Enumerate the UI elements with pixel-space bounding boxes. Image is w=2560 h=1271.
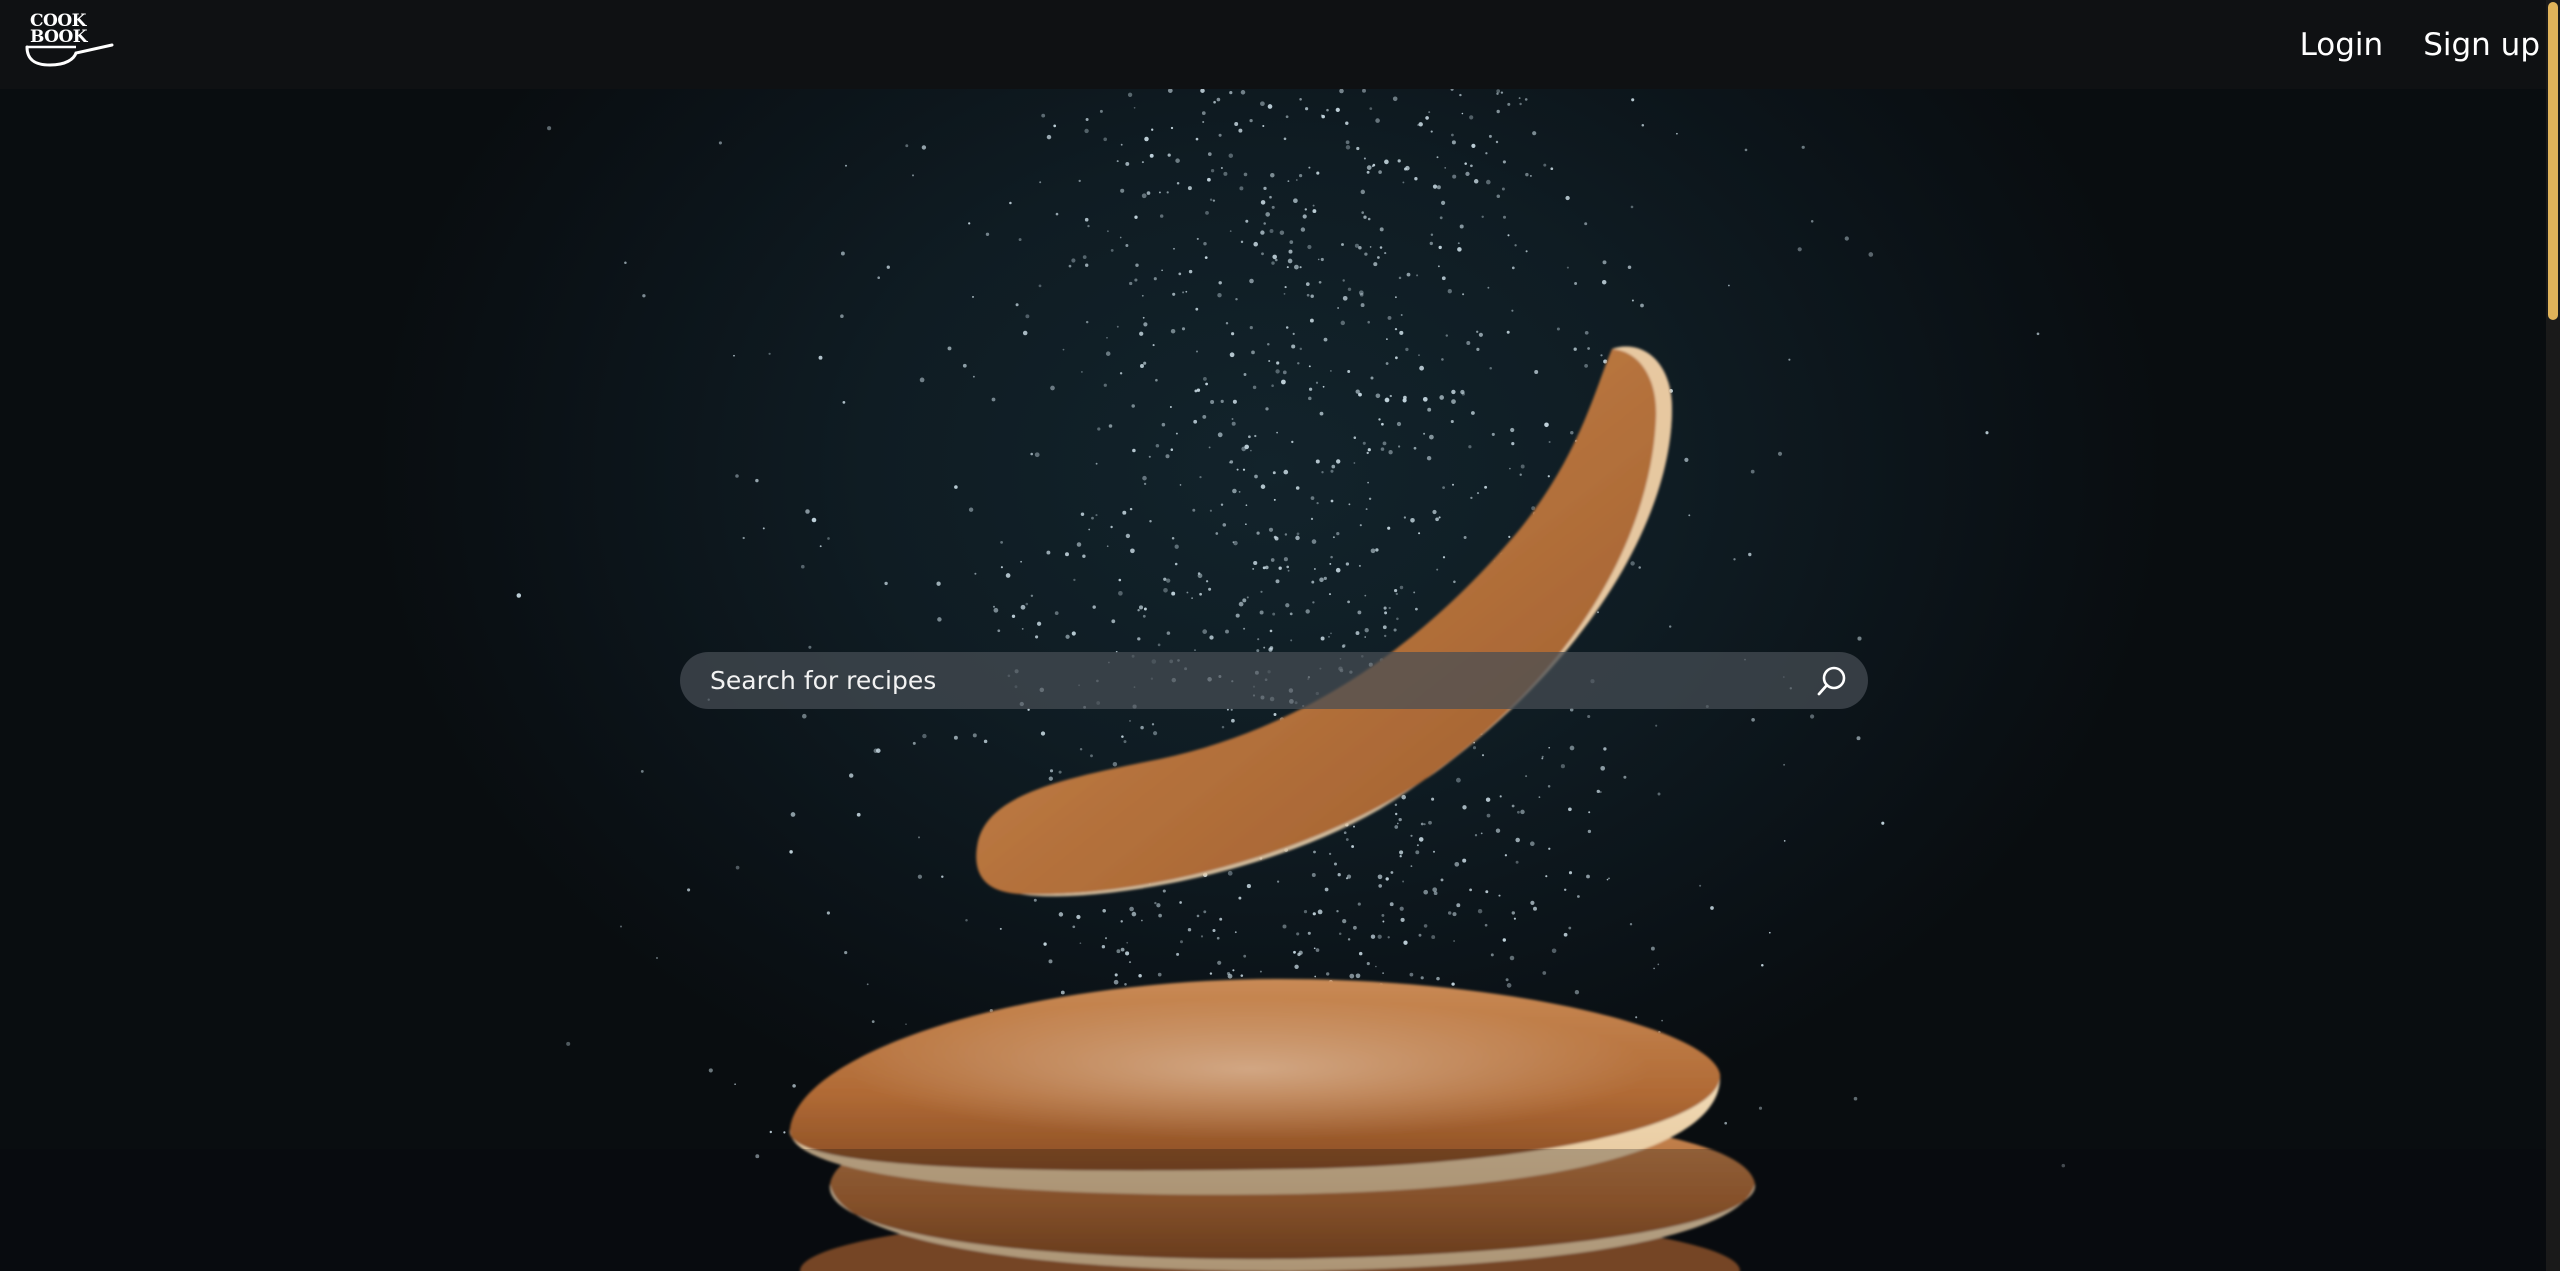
search-input[interactable]	[710, 652, 1790, 709]
flipping-pancake	[976, 346, 1672, 897]
frying-pan-icon	[25, 43, 114, 67]
header-nav: Login Sign up	[2300, 0, 2546, 89]
page-scrollbar[interactable]	[2546, 0, 2560, 1271]
search-icon	[1817, 666, 1846, 696]
hero-section	[0, 89, 2546, 1271]
cookbook-logo[interactable]: COOK BOOK	[24, 13, 116, 71]
scrollbar-thumb[interactable]	[2548, 2, 2558, 320]
top-navbar: COOK BOOK Login Sign up	[0, 0, 2546, 89]
page: COOK BOOK Login Sign up	[0, 0, 2560, 1271]
search-button[interactable]	[1816, 665, 1848, 697]
recipe-search-bar	[680, 652, 1868, 709]
signup-link[interactable]: Sign up	[2423, 27, 2540, 63]
login-link[interactable]: Login	[2300, 27, 2384, 63]
